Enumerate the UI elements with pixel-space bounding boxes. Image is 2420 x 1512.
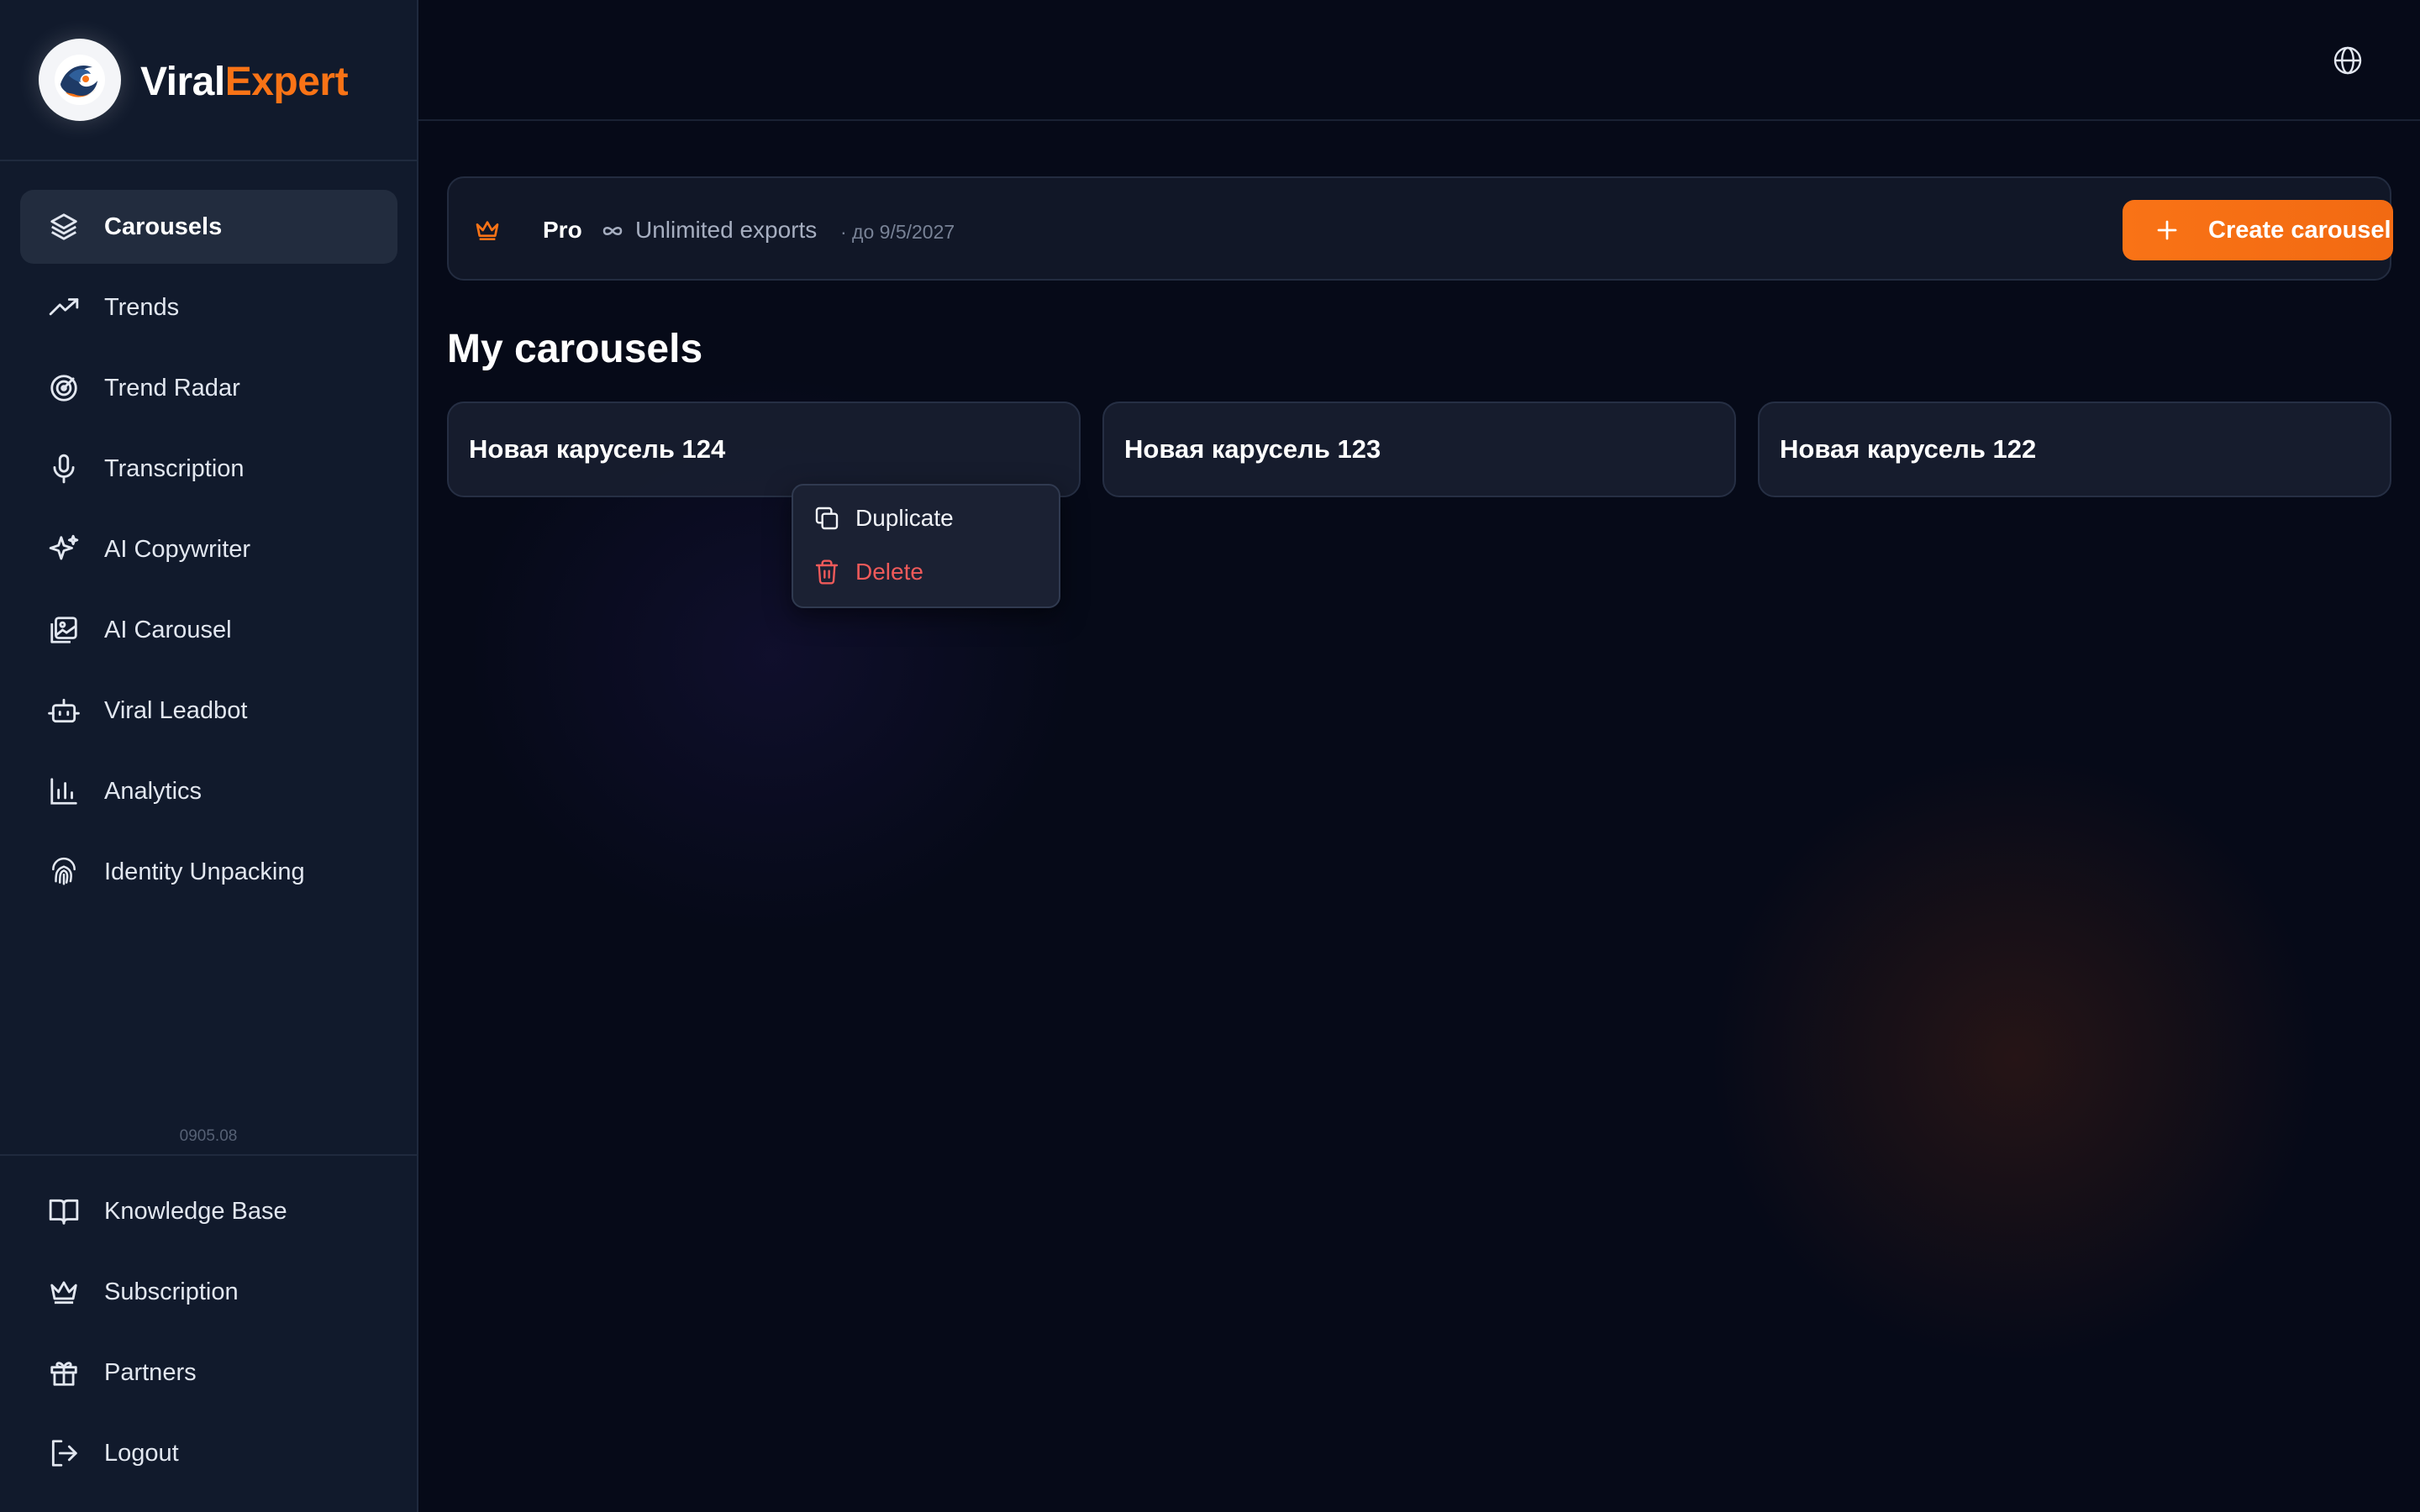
book-icon xyxy=(47,1194,81,1228)
sidebar-item-label: Trend Radar xyxy=(104,374,240,402)
duplicate-label: Duplicate xyxy=(855,505,954,531)
sidebar-item-subscription[interactable]: Subscription xyxy=(20,1255,397,1329)
sidebar-item-label: Carousels xyxy=(104,213,223,240)
create-carousel-button[interactable]: Create carousel xyxy=(2123,200,2393,260)
crown-icon xyxy=(47,1275,81,1309)
brand-name-viral: Viral xyxy=(140,60,225,104)
gift-icon xyxy=(47,1356,81,1389)
delete-menu-item[interactable]: Delete xyxy=(813,551,923,593)
sidebar-item-label: Trends xyxy=(104,293,180,321)
microphone-icon xyxy=(47,452,81,486)
carousel-title: Новая карусель 123 xyxy=(1124,434,1381,464)
carousel-card[interactable]: Новая карусель 123 xyxy=(1102,402,1736,497)
sidebar-item-identity-unpacking[interactable]: Identity Unpacking xyxy=(20,835,397,909)
copy-icon xyxy=(815,507,839,530)
sidebar-item-trends[interactable]: Trends xyxy=(20,270,397,344)
carousel-card[interactable]: Новая карусель 124 xyxy=(447,402,1081,497)
crown-icon xyxy=(476,221,499,240)
sidebar-item-trend-radar[interactable]: Trend Radar xyxy=(20,351,397,425)
sidebar-item-partners[interactable]: Partners xyxy=(20,1336,397,1410)
radar-icon xyxy=(47,371,81,405)
brand-name: ViralExpert xyxy=(140,59,349,106)
trash-icon xyxy=(815,559,839,585)
sidebar-item-label: AI Copywriter xyxy=(104,535,251,563)
sidebar-item-label: Viral Leadbot xyxy=(104,696,248,724)
carousel-card[interactable]: Новая карусель 122 xyxy=(1758,402,2391,497)
plan-name: Pro xyxy=(543,217,582,243)
fingerprint-icon xyxy=(47,855,81,889)
sidebar-item-carousels[interactable]: Carousels xyxy=(20,190,397,264)
trend-up-icon xyxy=(47,291,81,324)
sidebar-item-label: Transcription xyxy=(104,454,245,482)
infinity-icon xyxy=(602,227,623,235)
plus-icon xyxy=(2157,220,2177,240)
sidebar-item-label: Analytics xyxy=(104,777,203,805)
sidebar-item-transcription[interactable]: Transcription xyxy=(20,432,397,506)
app-version: 0905.08 xyxy=(179,1127,238,1145)
sidebar-item-label: Identity Unpacking xyxy=(104,858,305,885)
brand-name-expert: Expert xyxy=(224,60,349,104)
logo[interactable] xyxy=(39,39,121,121)
sidebar-item-knowledge-base[interactable]: Knowledge Base xyxy=(20,1174,397,1248)
page-title: My carousels xyxy=(447,327,703,371)
bottom-nav: Knowledge Base Subscription Partners Log… xyxy=(20,1174,397,1497)
main-content: Pro Unlimited exports · до 9/5/2027 Crea… xyxy=(418,0,2420,1512)
sidebar-item-viral-leadbot[interactable]: Viral Leadbot xyxy=(20,674,397,748)
language-button[interactable] xyxy=(2333,45,2363,76)
wave-logo-icon xyxy=(55,55,105,105)
images-icon xyxy=(47,613,81,647)
sidebar: ViralExpert Carousels Trends Trend Radar… xyxy=(0,0,418,1512)
sidebar-item-label: Subscription xyxy=(104,1278,239,1305)
sidebar-item-label: AI Carousel xyxy=(104,616,232,643)
sidebar-item-label: Knowledge Base xyxy=(104,1197,287,1225)
duplicate-menu-item[interactable]: Duplicate xyxy=(813,497,954,539)
sidebar-item-label: Logout xyxy=(104,1439,179,1467)
sidebar-item-ai-copywriter[interactable]: AI Copywriter xyxy=(20,512,397,586)
brand-header: ViralExpert xyxy=(0,0,417,161)
sidebar-item-logout[interactable]: Logout xyxy=(20,1416,397,1490)
create-carousel-label: Create carousel xyxy=(2208,216,2391,244)
sidebar-item-label: Partners xyxy=(104,1358,197,1386)
top-bar xyxy=(418,0,2420,121)
logout-icon xyxy=(47,1436,81,1470)
bar-chart-icon xyxy=(47,774,81,808)
globe-icon xyxy=(2333,46,2362,75)
carousel-title: Новая карусель 124 xyxy=(469,434,726,464)
main-nav: Carousels Trends Trend Radar Transcripti… xyxy=(20,190,397,916)
sparkles-icon xyxy=(47,533,81,566)
plan-exports: Unlimited exports xyxy=(635,217,818,243)
subscription-bar: Pro Unlimited exports · до 9/5/2027 Crea… xyxy=(447,176,2393,281)
sidebar-item-analytics[interactable]: Analytics xyxy=(20,754,397,828)
context-menu: Duplicate Delete xyxy=(792,484,1060,608)
layers-icon xyxy=(47,210,81,244)
carousel-title: Новая карусель 122 xyxy=(1780,434,2037,464)
delete-label: Delete xyxy=(855,559,923,585)
bot-icon xyxy=(47,694,81,727)
plan-expiry: · до 9/5/2027 xyxy=(840,221,955,243)
sidebar-divider xyxy=(0,1154,417,1156)
sidebar-item-ai-carousel[interactable]: AI Carousel xyxy=(20,593,397,667)
